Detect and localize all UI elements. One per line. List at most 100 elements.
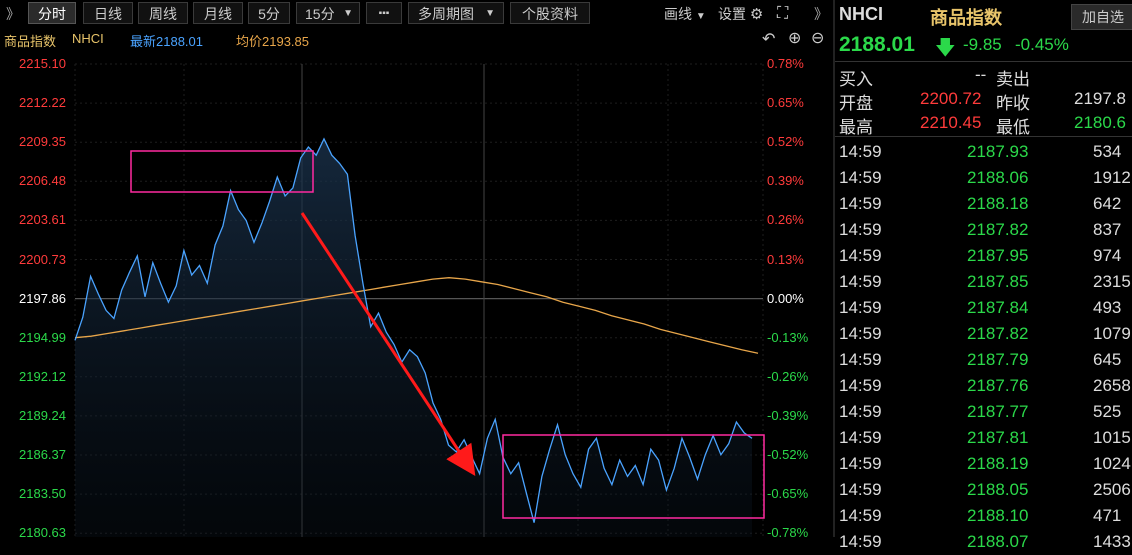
panel-separator — [835, 61, 1132, 62]
multi-period-select[interactable]: 多周期图 ▼ — [408, 2, 504, 24]
open-label: 开盘 — [839, 94, 873, 113]
percent-tick-label: -0.39% — [767, 407, 809, 423]
tick-time: 14:59 — [839, 506, 882, 525]
percent-tick-label: 0.65% — [767, 95, 804, 111]
tick-volume: 534 — [1093, 142, 1122, 161]
price-tick-label: 2197.86 — [19, 290, 66, 306]
current-price: 2188.01 — [839, 33, 915, 56]
tick-price: 2188.05 — [967, 480, 1029, 499]
low-value: 2180.6 — [1074, 113, 1126, 132]
annotation-box-high — [130, 150, 314, 193]
tick-volume: 2506 — [1093, 480, 1131, 499]
prev-close-value: 2197.8 — [1074, 89, 1126, 108]
price-tick-label: 2189.24 — [19, 407, 66, 423]
tick-row: 14:59 2188.19 1024 — [839, 451, 1132, 477]
price-change: -9.85 — [963, 35, 1002, 54]
stock-info-button[interactable]: 个股资料 — [510, 2, 590, 24]
tick-row: 14:59 2187.85 2315 — [839, 269, 1132, 295]
price-change-pct: -0.45% — [1015, 35, 1069, 54]
tick-time: 14:59 — [839, 532, 882, 551]
tick-price: 2188.10 — [967, 506, 1029, 525]
tick-price: 2187.79 — [967, 350, 1029, 369]
period-select[interactable]: 15分 ▼ — [296, 2, 360, 24]
tab-5min[interactable]: 5分 — [248, 2, 290, 24]
tick-price: 2188.07 — [967, 532, 1029, 551]
price-tick-label: 2215.10 — [19, 56, 66, 71]
add-watchlist-button[interactable]: 加自选 — [1071, 4, 1132, 30]
tick-price: 2187.76 — [967, 376, 1029, 395]
percent-tick-label: 0.26% — [767, 212, 804, 228]
price-tick-label: 2203.61 — [19, 212, 66, 228]
tick-volume: 2315 — [1093, 272, 1131, 291]
tick-price: 2187.95 — [967, 246, 1029, 265]
price-tick-label: 2212.22 — [19, 95, 66, 111]
sell-label: 卖出 — [996, 70, 1030, 89]
buy-value: -- — [975, 65, 987, 84]
tick-volume: 1912 — [1093, 168, 1131, 187]
tick-price: 2187.81 — [967, 428, 1029, 447]
tick-volume: 1015 — [1093, 428, 1131, 447]
latest-price-label: 最新2188.01 — [130, 34, 203, 49]
percent-tick-label: -0.52% — [767, 447, 809, 462]
collapse-right-icon[interactable]: 》 — [814, 3, 828, 25]
settings-label: 设置 — [718, 6, 746, 22]
tick-time: 14:59 — [839, 454, 882, 473]
percent-tick-label: -0.13% — [767, 329, 809, 345]
tick-time: 14:59 — [839, 428, 882, 447]
tick-row: 14:59 2188.07 1433 — [839, 529, 1132, 555]
settings-button[interactable]: 设置 ⚙ — [718, 3, 763, 25]
tab-intraday[interactable]: 分时 — [28, 2, 76, 24]
tick-time: 14:59 — [839, 376, 882, 395]
index-code-label: NHCI — [72, 31, 104, 46]
tick-row: 14:59 2188.18 642 — [839, 191, 1132, 217]
tick-time: 14:59 — [839, 324, 882, 343]
tick-volume: 974 — [1093, 246, 1122, 265]
gear-icon: ⚙ — [749, 6, 764, 23]
panel-name: 商品指数 — [930, 8, 1002, 28]
tick-volume: 1079 — [1093, 324, 1131, 343]
more-button[interactable]: ▪▪▪ — [366, 2, 402, 24]
tick-time: 14:59 — [839, 168, 882, 187]
quote-panel: NHCI 商品指数 加自选 2188.01 🡇 -9.85 -0.45% 买入 … — [835, 0, 1132, 551]
draw-line-label: 画线 — [664, 6, 692, 22]
percent-tick-label: -0.78% — [767, 525, 809, 541]
percent-tick-label: -0.26% — [767, 368, 809, 384]
tick-price: 2187.84 — [967, 298, 1029, 317]
draw-line-button[interactable]: 画线 ▼ — [664, 3, 706, 25]
percent-tick-label: 0.52% — [767, 134, 804, 150]
price-tick-label: 2194.99 — [19, 329, 66, 345]
tick-price: 2188.06 — [967, 168, 1029, 187]
tick-row: 14:59 2188.05 2506 — [839, 477, 1132, 503]
tick-volume: 493 — [1093, 298, 1122, 317]
zoom-in-icon[interactable]: ⊕ — [788, 28, 801, 48]
tick-row: 14:59 2187.77 525 — [839, 399, 1132, 425]
period-select-label: 15分 — [305, 6, 335, 22]
panel-code: NHCI — [839, 4, 883, 24]
tick-time: 14:59 — [839, 350, 882, 369]
undo-icon[interactable]: ↶ — [762, 29, 775, 49]
chart-canvas — [74, 63, 765, 537]
tick-time: 14:59 — [839, 298, 882, 317]
expand-left-icon[interactable]: 》 — [6, 3, 20, 25]
open-value: 2200.72 — [920, 89, 982, 108]
high-value: 2210.45 — [920, 113, 982, 132]
buy-label: 买入 — [839, 70, 873, 89]
zoom-out-icon[interactable]: ⊖ — [811, 28, 824, 48]
intraday-chart[interactable]: 2215.10 2212.22 2209.35 2206.48 2203.61 2200.… — [0, 52, 834, 541]
price-tick-label: 2183.50 — [19, 486, 66, 502]
tick-price: 2187.82 — [967, 324, 1029, 343]
price-tick-label: 2206.48 — [19, 173, 66, 189]
tab-daily[interactable]: 日线 — [83, 2, 133, 24]
prev-close-label: 昨收 — [996, 94, 1030, 113]
fullscreen-icon[interactable]: ⛶ — [777, 3, 788, 25]
tab-monthly[interactable]: 月线 — [193, 2, 243, 24]
tick-volume: 2658 — [1093, 376, 1131, 395]
high-label: 最高 — [839, 118, 873, 137]
tab-weekly[interactable]: 周线 — [138, 2, 188, 24]
avg-price-label: 均价2193.85 — [236, 34, 309, 49]
price-tick-label: 2209.35 — [19, 134, 66, 150]
price-tick-label: 2192.12 — [19, 368, 66, 384]
percent-tick-label: -0.65% — [767, 486, 809, 502]
tick-volume: 1433 — [1093, 532, 1131, 551]
tick-price: 2187.82 — [967, 220, 1029, 239]
